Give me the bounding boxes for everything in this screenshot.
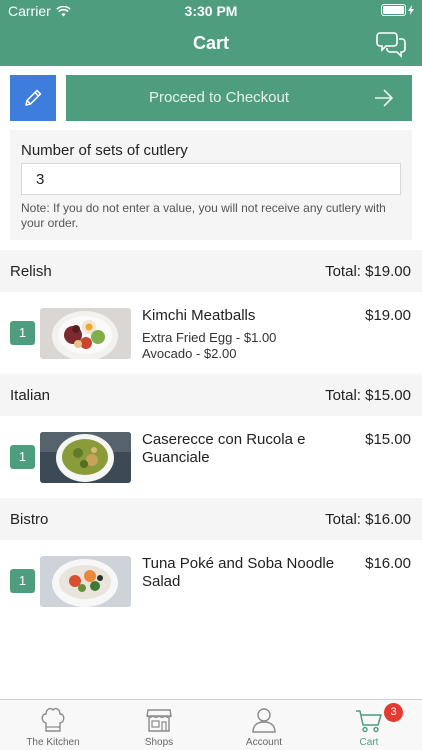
item-name: Tuna Poké and Soba Noodle Salad [142, 555, 335, 590]
pencil-icon [25, 89, 42, 106]
tab-account[interactable]: Account [211, 700, 317, 750]
item-option: Avocado - $2.00 [142, 346, 237, 361]
tab-label: Shops [144, 737, 174, 748]
status-bar: Carrier 3:30 PM [0, 0, 422, 22]
section-total: Total: $16.00 [325, 511, 411, 528]
tab-the-kitchen[interactable]: The Kitchen [0, 700, 106, 750]
charging-bolt-icon [408, 5, 414, 15]
tab-label: The Kitchen [26, 737, 80, 748]
item-price: $15.00 [365, 431, 411, 448]
section-name: Italian [10, 387, 51, 404]
item-name: Kimchi Meatballs [142, 307, 256, 324]
storefront-icon [146, 709, 172, 732]
cutlery-label: Number of sets of cutlery [21, 142, 188, 159]
cart-item[interactable]: 1 Caserecce con Rucola e Guanciale $15.0… [0, 416, 422, 498]
section-name: Bistro [10, 511, 49, 528]
chat-bubbles-icon[interactable] [376, 30, 406, 58]
nav-bar: Cart [0, 22, 422, 66]
item-price: $19.00 [365, 307, 411, 324]
tab-bar: The Kitchen Shops Account 3 Cart [0, 699, 422, 750]
tab-shops[interactable]: Shops [106, 700, 212, 750]
food-thumbnail [40, 556, 131, 607]
arrow-right-icon [375, 89, 394, 107]
section-header: Bistro Total: $16.00 [0, 498, 422, 540]
chef-hat-icon [41, 707, 65, 732]
section-total: Total: $19.00 [325, 263, 411, 280]
user-icon [252, 708, 276, 733]
cutlery-panel: Number of sets of cutlery Note: If you d… [10, 130, 412, 240]
section-name: Relish [10, 263, 52, 280]
clock: 3:30 PM [184, 3, 238, 19]
proceed-to-checkout-button[interactable]: Proceed to Checkout [66, 75, 412, 121]
tab-label: Cart [359, 737, 379, 748]
food-thumbnail [40, 308, 131, 359]
quantity-badge[interactable]: 1 [10, 569, 35, 593]
cutlery-note: Note: If you do not enter a value, you w… [21, 201, 386, 230]
cart-item[interactable]: 1 Kimchi Meatballs $19.00 Extra Fried Eg… [0, 292, 422, 374]
battery-icon [381, 4, 414, 16]
cart-icon [356, 710, 382, 733]
edit-cart-button[interactable] [10, 75, 56, 121]
item-name: Caserecce con Rucola e Guanciale [142, 431, 306, 466]
food-thumbnail [40, 432, 131, 483]
cart-count-badge: 3 [384, 703, 403, 722]
cutlery-count-input[interactable] [21, 163, 401, 195]
section-header: Italian Total: $15.00 [0, 374, 422, 416]
tab-label: Account [245, 737, 283, 748]
section-total: Total: $15.00 [325, 387, 411, 404]
section-header: Relish Total: $19.00 [0, 250, 422, 292]
checkout-label: Proceed to Checkout [148, 89, 290, 106]
quantity-badge[interactable]: 1 [10, 445, 35, 469]
item-price: $16.00 [365, 555, 411, 572]
cart-item[interactable]: 1 Tuna Poké and Soba Noodle Salad $16.00 [0, 540, 422, 622]
page-title: Cart [192, 33, 229, 53]
tab-cart[interactable]: 3 Cart [316, 700, 422, 750]
item-option: Extra Fried Egg - $1.00 [142, 330, 277, 345]
cart-actions: Proceed to Checkout [10, 75, 412, 121]
quantity-badge[interactable]: 1 [10, 321, 35, 345]
